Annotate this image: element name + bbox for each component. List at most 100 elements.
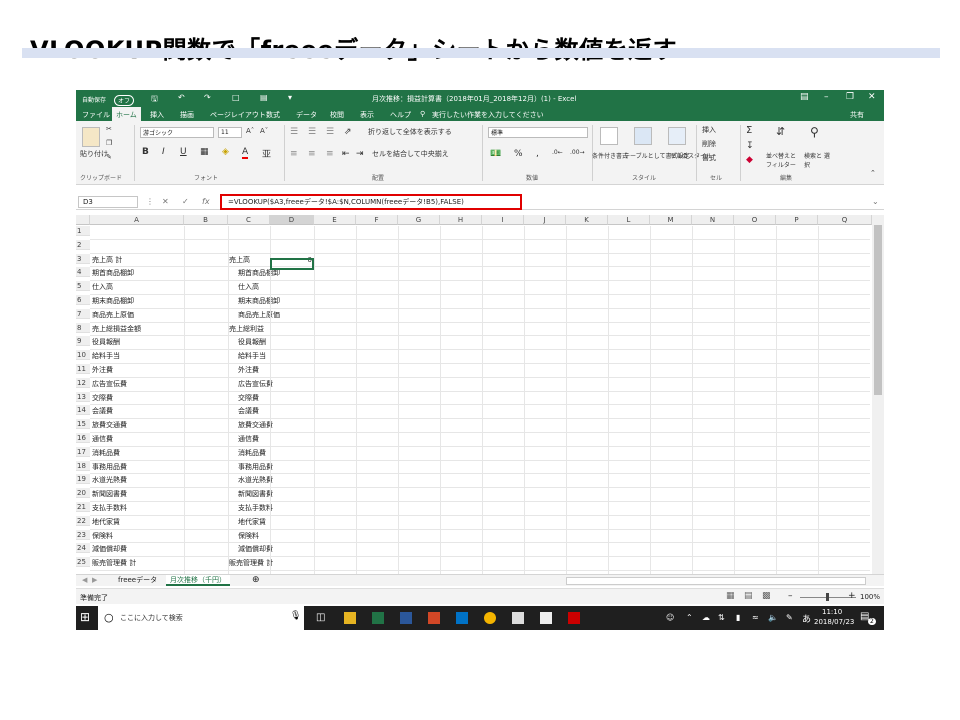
- font-size-select[interactable]: 11: [218, 127, 242, 138]
- active-cell-d3[interactable]: [270, 258, 314, 270]
- align-bottom-icon[interactable]: ☰: [326, 127, 334, 137]
- cell-a[interactable]: 通信費: [92, 434, 113, 444]
- row-header[interactable]: 13: [76, 391, 90, 402]
- cloud-icon[interactable]: ☁: [702, 613, 710, 622]
- cell-d[interactable]: [272, 558, 312, 568]
- zoom-slider-thumb[interactable]: [826, 593, 829, 601]
- find-select-button[interactable]: 検索と 選択: [804, 151, 834, 169]
- cell-d[interactable]: [272, 337, 312, 347]
- save-icon[interactable]: 🖫: [151, 93, 158, 107]
- network-icon[interactable]: ⇅: [718, 613, 725, 622]
- cell-style-icon[interactable]: [668, 127, 686, 145]
- column-header[interactable]: O: [734, 215, 776, 225]
- increase-indent-icon[interactable]: ⇥: [356, 149, 364, 159]
- cell-a[interactable]: 新聞図書費: [92, 489, 127, 499]
- cell-d[interactable]: [272, 475, 312, 485]
- cell-a[interactable]: 保険料: [92, 531, 113, 541]
- tray-chevron-icon[interactable]: ⌃: [686, 613, 693, 622]
- row-header[interactable]: 22: [76, 515, 90, 526]
- align-center-icon[interactable]: ≡: [308, 149, 316, 159]
- cell-c[interactable]: 事務用品費: [238, 462, 273, 472]
- autosum-icon[interactable]: Σ: [746, 125, 752, 136]
- app-taskbar-icon[interactable]: [568, 612, 580, 624]
- row-header[interactable]: 20: [76, 488, 90, 499]
- close-icon[interactable]: ✕: [868, 92, 876, 102]
- percent-style-icon[interactable]: %: [514, 149, 523, 159]
- word-taskbar-icon[interactable]: [400, 612, 412, 624]
- customize-qa-icon[interactable]: ▾: [288, 93, 292, 102]
- row-header[interactable]: 24: [76, 543, 90, 554]
- column-header[interactable]: A: [90, 215, 184, 225]
- cell-c[interactable]: 旅費交通費: [238, 420, 273, 430]
- cell-d[interactable]: [272, 324, 312, 334]
- windows-start-icon[interactable]: ⊞: [80, 610, 92, 624]
- normal-view-icon[interactable]: ▦: [726, 591, 735, 601]
- align-left-icon[interactable]: ≡: [290, 149, 298, 159]
- decrease-decimal-icon[interactable]: .00→: [570, 149, 585, 156]
- accounting-format-icon[interactable]: 💵: [490, 149, 501, 159]
- cell-d[interactable]: [272, 489, 312, 499]
- paste-icon[interactable]: [82, 127, 100, 147]
- format-painter-icon[interactable]: ✎: [106, 153, 112, 161]
- cell-c[interactable]: 地代家賃: [238, 517, 266, 527]
- column-header[interactable]: P: [776, 215, 818, 225]
- tab-file[interactable]: ファイル: [78, 109, 114, 121]
- insert-function-icon[interactable]: fx: [202, 197, 210, 206]
- autosave-toggle[interactable]: オフ: [114, 95, 135, 106]
- cell-d[interactable]: [272, 393, 312, 403]
- cell-d[interactable]: [272, 434, 312, 444]
- collapse-ribbon-icon[interactable]: ⌃: [870, 169, 876, 177]
- cell-a[interactable]: 会議費: [92, 406, 113, 416]
- row-header[interactable]: 12: [76, 377, 90, 388]
- tab-view[interactable]: 表示: [356, 109, 378, 121]
- cancel-entry-icon[interactable]: ✕: [162, 197, 169, 206]
- cell-c[interactable]: 売上総利益: [229, 324, 264, 334]
- cell-a[interactable]: 減価償却費: [92, 544, 127, 554]
- cell-d[interactable]: [272, 227, 312, 237]
- cell-a[interactable]: 仕入高: [92, 282, 113, 292]
- cell-c[interactable]: 通信費: [238, 434, 259, 444]
- fill-icon[interactable]: ↧: [746, 141, 754, 151]
- delete-cells-button[interactable]: 削除: [702, 139, 716, 149]
- grow-font-icon[interactable]: Aˆ: [246, 127, 254, 135]
- row-header[interactable]: 19: [76, 474, 90, 485]
- restore-icon[interactable]: ❐: [846, 92, 854, 102]
- page-layout-view-icon[interactable]: ▤: [744, 591, 753, 601]
- cell-c[interactable]: 減価償却費: [238, 544, 273, 554]
- format-table-icon[interactable]: [634, 127, 652, 145]
- row-header[interactable]: 25: [76, 557, 90, 568]
- cell-c[interactable]: 支払手数料: [238, 503, 273, 513]
- align-top-icon[interactable]: ☰: [290, 127, 298, 137]
- copy-icon[interactable]: ❐: [106, 139, 112, 147]
- taskbar-search-input[interactable]: ここに入力して検索: [120, 613, 183, 623]
- shrink-font-icon[interactable]: Aˇ: [260, 127, 268, 135]
- format-cells-button[interactable]: 書式: [702, 153, 716, 163]
- next-sheet-icon[interactable]: ▶: [88, 575, 101, 586]
- tab-review[interactable]: 校閲: [326, 109, 348, 121]
- expand-formula-icon[interactable]: ⌄: [872, 197, 879, 206]
- zoom-level[interactable]: 100%: [860, 593, 880, 601]
- tab-formulas[interactable]: 数式: [262, 109, 284, 121]
- cell-c[interactable]: 消耗品費: [238, 448, 266, 458]
- column-header[interactable]: B: [184, 215, 228, 225]
- wrap-text-button[interactable]: 折り返して全体を表示する: [368, 127, 452, 137]
- cell-c[interactable]: 水道光熱費: [238, 475, 273, 485]
- cell-a[interactable]: 交際費: [92, 393, 113, 403]
- cell-a[interactable]: 商品売上原価: [92, 310, 134, 320]
- powerpoint-taskbar-icon[interactable]: [428, 612, 440, 624]
- column-header[interactable]: I: [482, 215, 524, 225]
- print-preview-icon[interactable]: □: [232, 93, 240, 102]
- tab-home[interactable]: ホーム: [112, 107, 141, 121]
- cell-d[interactable]: [272, 296, 312, 306]
- cell-c[interactable]: 売上高: [229, 255, 250, 265]
- cell-c[interactable]: 販売管理費 計: [229, 558, 273, 568]
- column-header[interactable]: H: [440, 215, 482, 225]
- name-box[interactable]: D3: [78, 196, 138, 208]
- task-view-icon[interactable]: ◫: [316, 612, 328, 624]
- column-header[interactable]: Q: [818, 215, 872, 225]
- battery-icon[interactable]: ▮: [736, 613, 740, 622]
- add-sheet-icon[interactable]: ⊕: [248, 575, 264, 586]
- conditional-format-icon[interactable]: [600, 127, 618, 145]
- cell-c[interactable]: 仕入高: [238, 282, 259, 292]
- vertical-scroll-thumb[interactable]: [874, 225, 882, 395]
